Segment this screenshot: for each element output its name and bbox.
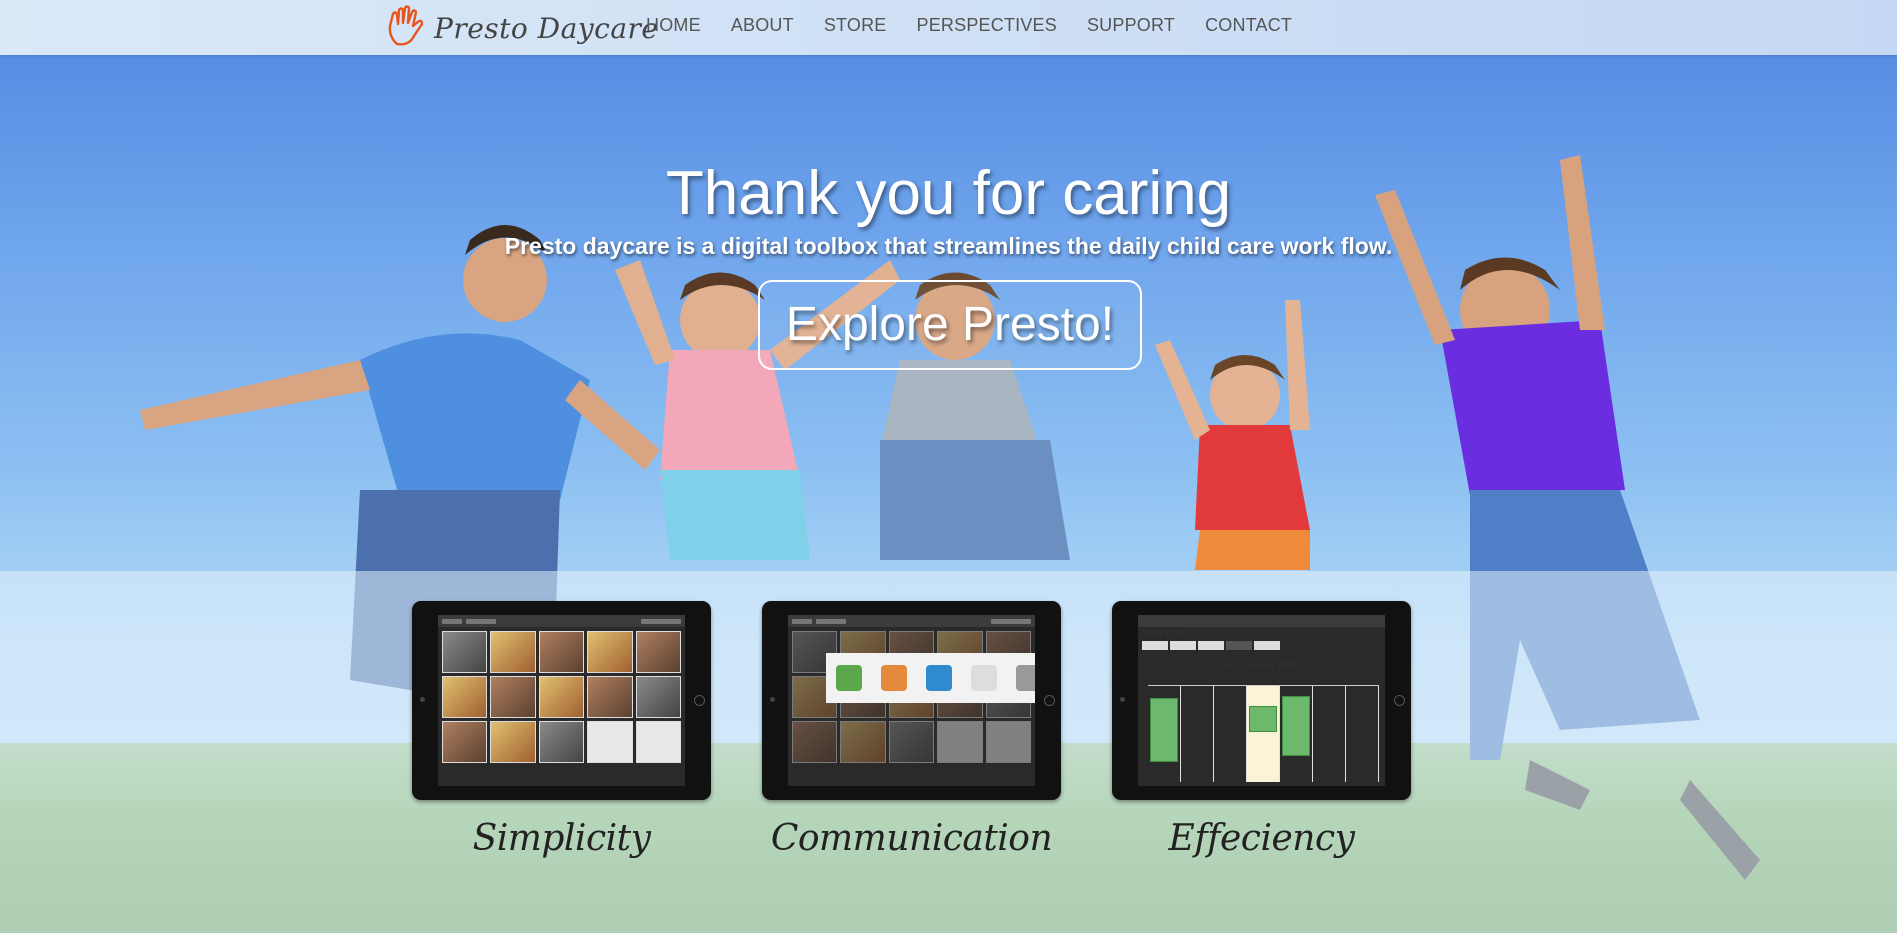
menu-popup: [826, 653, 1035, 703]
tablet-menu: [762, 601, 1061, 800]
app-toolbar: [1138, 615, 1385, 627]
home-button-icon: [1044, 695, 1055, 706]
home-button-icon: [1394, 695, 1405, 706]
top-navbar: Presto Daycare HOME ABOUT STORE PERSPECT…: [0, 0, 1897, 55]
calendar-week: 20 — 26 apr 2015: [1225, 660, 1298, 670]
tablet-screen: Alice Lind 20 — 26 apr 2015: [1138, 615, 1385, 786]
people-icon: [835, 665, 862, 691]
nav-contact[interactable]: CONTACT: [1205, 15, 1292, 36]
feature-effeciency: Effeciency: [1168, 818, 1355, 859]
calendar-tabs: [1138, 641, 1385, 650]
brand-logo[interactable]: Presto Daycare: [384, 2, 658, 54]
hero-subtitle: Presto daycare is a digital toolbox that…: [504, 233, 1393, 259]
calendar-person: Alice Lind: [1144, 629, 1184, 639]
hero-title: Thank you for caring: [665, 159, 1232, 228]
child-grid: [438, 627, 685, 767]
main-nav: HOME ABOUT STORE PERSPECTIVES SUPPORT CO…: [646, 15, 1322, 36]
feature-communication: Communication: [770, 818, 1053, 859]
tablet-calendar: Alice Lind 20 — 26 apr 2015: [1112, 601, 1411, 800]
camera-dot: [1120, 697, 1125, 702]
nav-support[interactable]: SUPPORT: [1087, 15, 1175, 36]
camera-dot: [420, 697, 425, 702]
settings-icon: [1015, 665, 1035, 691]
feature-simplicity: Simplicity: [472, 818, 651, 859]
nav-about[interactable]: ABOUT: [731, 15, 794, 36]
person-icon: [925, 665, 952, 691]
explore-button[interactable]: Explore Presto!: [758, 280, 1142, 370]
nav-store[interactable]: STORE: [824, 15, 887, 36]
calendar-grid: [1148, 685, 1379, 782]
hand-icon: [384, 4, 426, 53]
app-toolbar: [438, 615, 685, 627]
nav-perspectives[interactable]: PERSPECTIVES: [917, 15, 1057, 36]
nav-home[interactable]: HOME: [646, 15, 701, 36]
brand-name: Presto Daycare: [434, 11, 659, 45]
calendar-icon: [880, 665, 907, 691]
home-button-icon: [694, 695, 705, 706]
tablet-child-grid: [412, 601, 711, 800]
camera-dot: [770, 697, 775, 702]
tablet-screen: [788, 615, 1035, 786]
document-icon: [970, 665, 997, 691]
app-toolbar: [788, 615, 1035, 627]
tablet-screen: [438, 615, 685, 786]
